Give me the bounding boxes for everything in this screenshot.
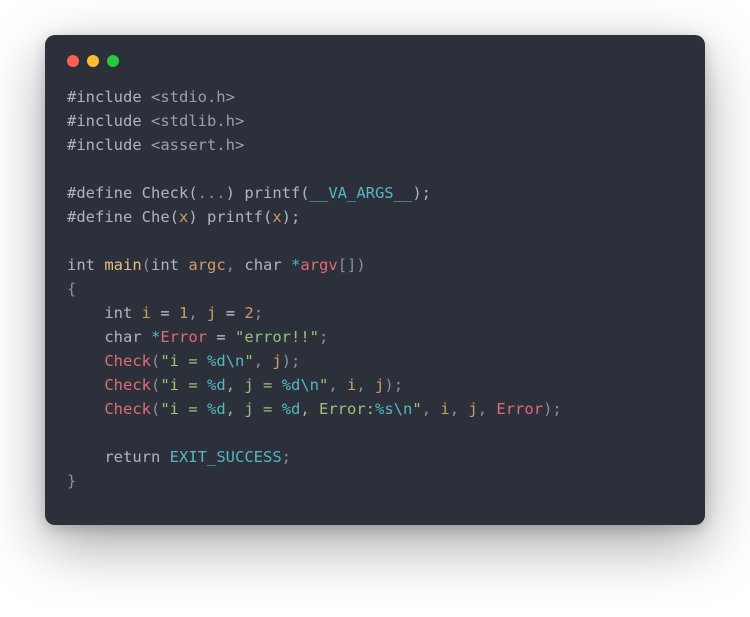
var-error: Error — [160, 328, 207, 346]
stage: #include <stdio.h> #include <stdlib.h> #… — [0, 0, 750, 617]
header-name: <assert.h> — [142, 136, 245, 154]
var-j: j — [207, 304, 216, 322]
minimize-icon[interactable] — [87, 55, 99, 67]
window-titlebar — [67, 51, 683, 85]
macro-call: Check — [104, 400, 151, 418]
preproc-define: #define Che( — [67, 208, 179, 226]
type-keyword: int — [67, 256, 95, 274]
close-brace: } — [67, 472, 76, 490]
preproc-include: #include — [67, 136, 142, 154]
preproc-define: #define Check( — [67, 184, 198, 202]
param-argv: argv — [300, 256, 337, 274]
function-name: main — [104, 256, 141, 274]
macro-call: Check — [104, 376, 151, 394]
header-name: <stdlib.h> — [142, 112, 245, 130]
code-block: #include <stdio.h> #include <stdlib.h> #… — [67, 85, 683, 493]
code-window: #include <stdio.h> #include <stdlib.h> #… — [45, 35, 705, 525]
exit-success-const: EXIT_SUCCESS — [170, 448, 282, 466]
return-keyword: return — [104, 448, 160, 466]
preproc-include: #include — [67, 88, 142, 106]
var-i: i — [142, 304, 151, 322]
header-name: <stdio.h> — [142, 88, 235, 106]
zoom-icon[interactable] — [107, 55, 119, 67]
param-argc: argc — [188, 256, 225, 274]
close-icon[interactable] — [67, 55, 79, 67]
preproc-include: #include — [67, 112, 142, 130]
open-brace: { — [67, 280, 76, 298]
macro-call: Check — [104, 352, 151, 370]
va-args-macro: __VA_ARGS__ — [310, 184, 413, 202]
string-literal: "error!!" — [235, 328, 319, 346]
